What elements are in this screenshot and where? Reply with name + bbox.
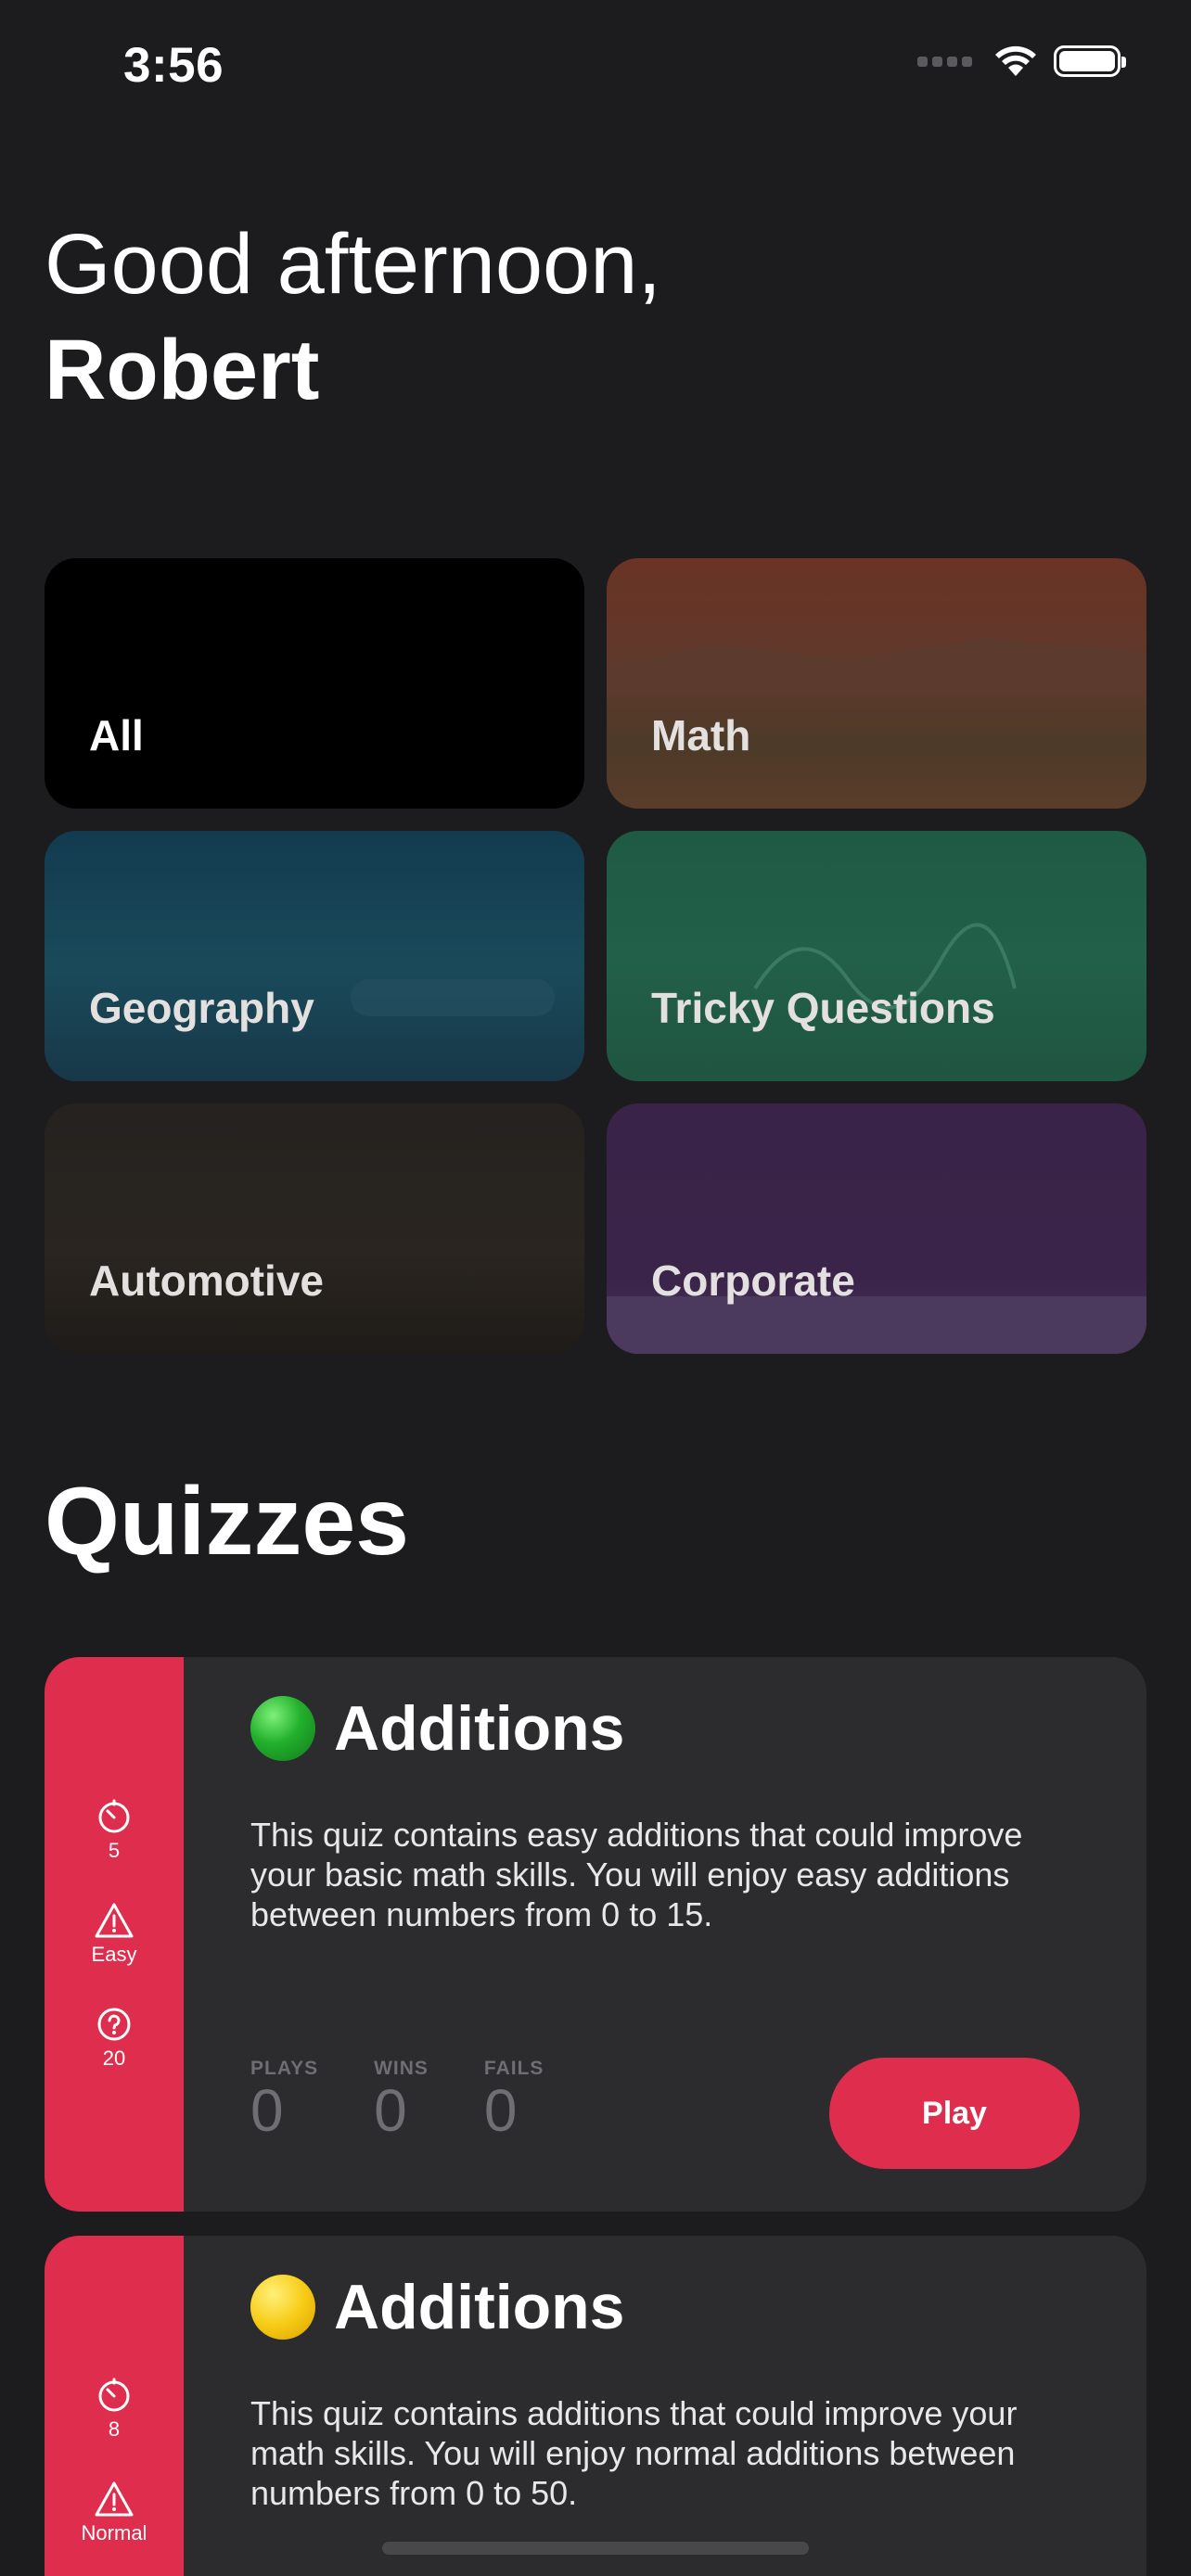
category-label: Tricky Questions bbox=[651, 984, 995, 1032]
category-card-tricky-questions[interactable]: Tricky Questions bbox=[607, 831, 1146, 1081]
quiz-questions-stat: 20 bbox=[45, 2006, 184, 2071]
category-label: Math bbox=[651, 711, 751, 759]
quiz-questions-value: 20 bbox=[102, 2047, 126, 2070]
category-card-geography[interactable]: Geography bbox=[45, 831, 584, 1081]
fails-stat: FAILS 0 bbox=[484, 2058, 544, 2141]
quiz-time-stat: 8 bbox=[45, 2377, 184, 2442]
wifi-icon bbox=[995, 45, 1036, 76]
quiz-description: This quiz contains additions that could … bbox=[250, 2394, 1018, 2512]
quiz-title-text: Additions bbox=[334, 2272, 625, 2342]
home-screen: 3:56 Good afternoon, Robert All Math Geo… bbox=[0, 0, 1191, 2576]
category-label: Corporate bbox=[651, 1256, 855, 1305]
quiz-time-stat: 5 bbox=[45, 1798, 184, 1863]
wins-value: 0 bbox=[374, 2077, 407, 2144]
category-card-automotive[interactable]: Automotive bbox=[45, 1103, 584, 1354]
quiz-stats: PLAYS 0 WINS 0 FAILS 0 bbox=[250, 2058, 544, 2141]
quiz-card[interactable]: 8 Normal Additions This quiz contains ad… bbox=[45, 2236, 1146, 2576]
quiz-difficulty-stat: Normal bbox=[45, 2480, 184, 2545]
category-label: Geography bbox=[89, 984, 314, 1032]
user-name: Robert bbox=[45, 323, 320, 417]
quiz-time-value: 5 bbox=[108, 1839, 121, 1862]
plays-stat: PLAYS 0 bbox=[250, 2058, 318, 2141]
quiz-difficulty-value: Easy bbox=[91, 1943, 137, 1966]
quiz-difficulty-value: Normal bbox=[81, 2521, 147, 2544]
warning-triangle-icon bbox=[95, 1903, 134, 1938]
quiz-title: Additions bbox=[250, 2271, 625, 2343]
wins-stat: WINS 0 bbox=[374, 2058, 429, 2141]
timer-icon bbox=[98, 2378, 130, 2412]
category-card-math[interactable]: Math bbox=[607, 558, 1146, 809]
cellular-signal-icon bbox=[917, 56, 972, 67]
yellow-circle-icon bbox=[250, 2275, 315, 2340]
category-background-image bbox=[607, 638, 1146, 697]
quiz-time-value: 8 bbox=[108, 2417, 121, 2441]
fails-value: 0 bbox=[483, 2077, 518, 2144]
category-card-all[interactable]: All bbox=[45, 558, 584, 809]
greeting: Good afternoon, Robert bbox=[45, 211, 661, 423]
greeting-line: Good afternoon, bbox=[45, 217, 661, 312]
status-time: 3:56 bbox=[123, 38, 224, 93]
timer-icon bbox=[98, 1799, 130, 1833]
category-label: Automotive bbox=[89, 1256, 324, 1305]
quiz-difficulty-stat: Easy bbox=[45, 1902, 184, 1967]
plays-value: 0 bbox=[250, 2077, 284, 2144]
status-icons bbox=[917, 45, 1126, 78]
quiz-title: Additions bbox=[250, 1692, 625, 1765]
question-circle-icon bbox=[97, 2008, 131, 2041]
quiz-title-text: Additions bbox=[334, 1693, 625, 1764]
quiz-info-sidebar: 5 Easy 20 bbox=[45, 1657, 184, 2212]
category-background-image bbox=[351, 979, 555, 1016]
category-card-corporate[interactable]: Corporate bbox=[607, 1103, 1146, 1354]
category-grid: All Math Geography Tricky Questions Auto… bbox=[45, 558, 1146, 1354]
quiz-description: This quiz contains easy additions that c… bbox=[250, 1816, 1023, 1933]
quiz-card[interactable]: 5 Easy 20 Additions This quiz contains e… bbox=[45, 1657, 1146, 2212]
battery-icon bbox=[1054, 45, 1126, 77]
category-label: All bbox=[89, 711, 144, 759]
warning-triangle-icon bbox=[95, 2481, 134, 2517]
quizzes-section-title: Quizzes bbox=[45, 1468, 409, 1575]
home-indicator[interactable] bbox=[382, 2542, 809, 2555]
quiz-info-sidebar: 8 Normal bbox=[45, 2236, 184, 2576]
play-button[interactable]: Play bbox=[829, 2058, 1080, 2169]
green-circle-icon bbox=[250, 1696, 315, 1761]
